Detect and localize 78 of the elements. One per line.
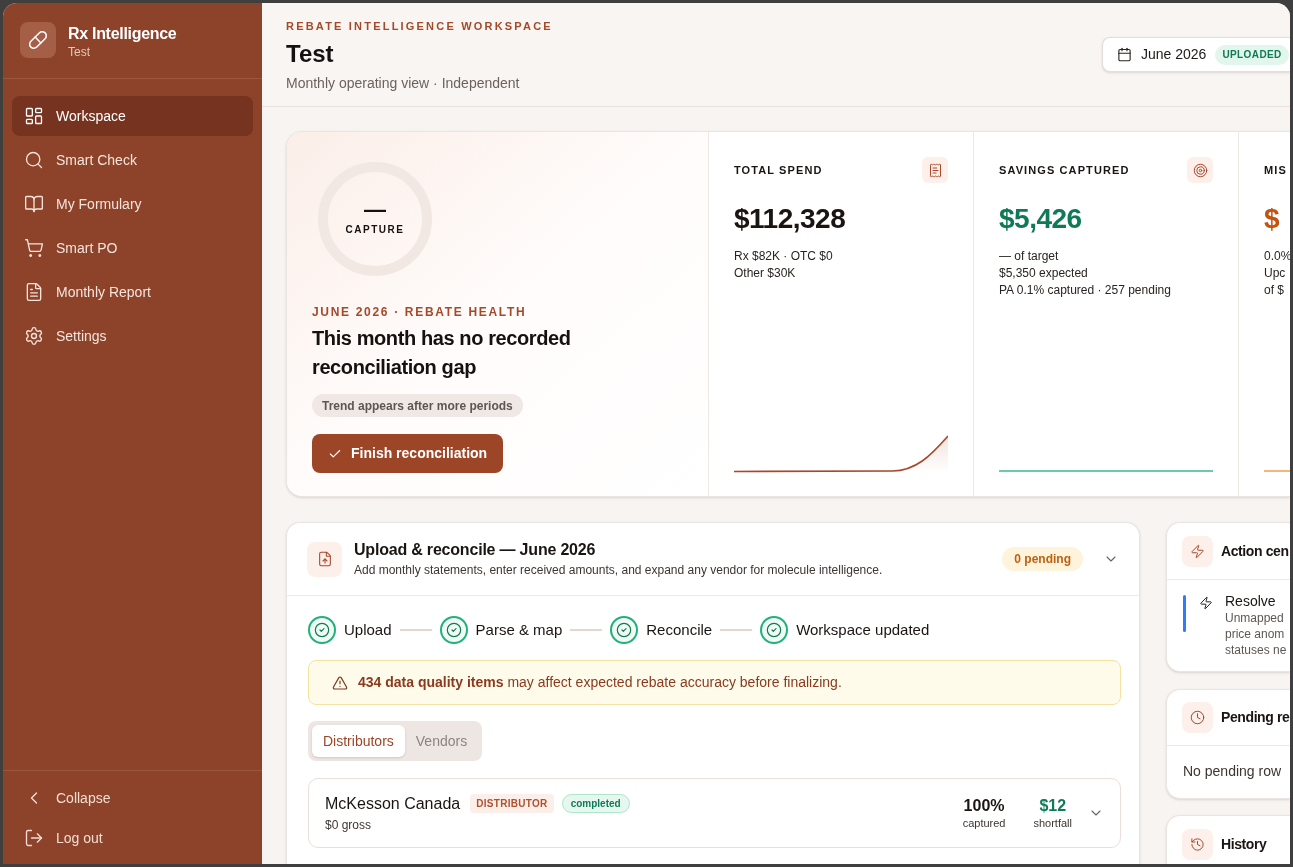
trend-note: Trend appears after more periods [312, 394, 523, 417]
pill-logo-icon [20, 22, 56, 58]
kpi-detail: of $ [1264, 282, 1285, 299]
clock-icon [1182, 702, 1213, 733]
search-icon [24, 150, 44, 170]
book-icon [24, 194, 44, 214]
step-label: Parse & map [475, 619, 563, 640]
pending-badge: 0 pending [1002, 547, 1083, 571]
sidebar-nav-item[interactable]: Workspace [12, 96, 253, 136]
receipt-icon [922, 157, 948, 183]
status-badge: completed [561, 794, 630, 813]
warning-text: 434 data quality items may affect expected rebate accuracy before finalizing. [358, 673, 842, 692]
calendar-icon [1117, 47, 1132, 62]
tab[interactable]: Vendors [404, 725, 479, 757]
health-title: This month has no recorded reconciliation gap [312, 326, 572, 380]
cart-icon [24, 238, 44, 258]
brand-name: Rx Intelligence [68, 24, 177, 44]
shortfall-value: $12 [1039, 795, 1067, 816]
kpi-detail: PA 0.1% captured · 257 pending [999, 282, 1172, 299]
kpi-label: TOTAL SPEND [734, 162, 823, 178]
finish-reconciliation-button[interactable]: Finish reconciliation [312, 434, 504, 473]
step-label: Upload [344, 619, 392, 640]
step-label: Workspace updated [796, 619, 930, 640]
sidebar-nav-item[interactable]: Smart PO [12, 228, 253, 268]
uploaded-badge: UPLOADED [1215, 44, 1289, 65]
vendor-row[interactable]: McKesson Canada DISTRIBUTOR completed $0 gross 100% captured $12 shortfall [308, 778, 1121, 848]
kpi-detail: Upc [1264, 265, 1287, 282]
brand-subtitle: Test [68, 44, 91, 60]
lightning-icon [1199, 596, 1213, 610]
settings-icon [24, 326, 44, 346]
upload-description: Add monthly statements, enter received amounts, and expand any vendor for molecule intelligence. [354, 562, 883, 578]
sidebar-footer-item[interactable]: Log out [12, 818, 253, 858]
action-title: Resolve [1225, 592, 1277, 610]
kpi-label: MIS [1264, 162, 1287, 178]
file-upload-icon [307, 541, 342, 577]
captured-label: captured [962, 815, 1006, 831]
sidebar-nav-item[interactable]: My Formulary [12, 184, 253, 224]
tab[interactable]: Distributors [312, 725, 405, 757]
sidebar-nav-item[interactable]: Smart Check [12, 140, 253, 180]
sidebar-nav-item[interactable]: Settings [12, 316, 253, 356]
capture-label: CAPTURE [345, 224, 405, 236]
kpi-detail: Rx $82K · OTC $0 [734, 248, 834, 265]
logout-icon [24, 828, 44, 848]
period-picker[interactable]: June 2026 UPLOADED [1102, 37, 1290, 72]
kpi-detail: 0.0% [1264, 248, 1290, 265]
kpi-value: $ [1264, 202, 1281, 236]
action-center-title: Action cen [1221, 541, 1289, 561]
warning-icon [332, 674, 348, 691]
vendor-gross: $0 gross [325, 817, 373, 833]
workspace-eyebrow: REBATE INTELLIGENCE WORKSPACE [286, 18, 553, 33]
document-icon [24, 282, 44, 302]
sidebar-nav-item[interactable]: Monthly Report [12, 272, 253, 312]
captured-value: 100% [963, 795, 1005, 816]
action-description: Unmapped price anom statuses ne [1225, 610, 1287, 658]
pending-empty-text: No pending row [1183, 762, 1283, 780]
page-title: Test [286, 39, 335, 68]
kpi-label: SAVINGS CAPTURED [999, 162, 1130, 178]
sidebar-footer-item[interactable]: Collapse [12, 778, 253, 818]
dashboard-icon [24, 106, 44, 126]
kpi-detail: — of target [999, 248, 1060, 265]
kpi-value: $112,328 [734, 202, 847, 236]
capture-value: — [364, 198, 386, 222]
step-label: Reconcile [646, 619, 713, 640]
health-eyebrow: JUNE 2026 · REBATE HEALTH [312, 305, 527, 319]
kpi-value: $5,426 [999, 202, 1083, 236]
history-title: History [1221, 834, 1267, 854]
pending-title: Pending re [1221, 708, 1290, 727]
kpi-detail: $5,350 expected [999, 265, 1089, 282]
page-subtitle: Monthly operating view · Independent [286, 73, 521, 92]
shortfall-label: shortfall [1033, 815, 1072, 831]
history-icon [1182, 828, 1213, 860]
lightning-icon [1182, 535, 1213, 567]
sparkline [1264, 470, 1290, 472]
vendor-name: McKesson Canada [325, 793, 461, 814]
upload-title: Upload & reconcile — June 2026 [354, 540, 597, 560]
type-badge: DISTRIBUTOR [470, 794, 554, 813]
kpi-detail: Other $30K [734, 265, 797, 282]
target-icon [1187, 157, 1213, 183]
